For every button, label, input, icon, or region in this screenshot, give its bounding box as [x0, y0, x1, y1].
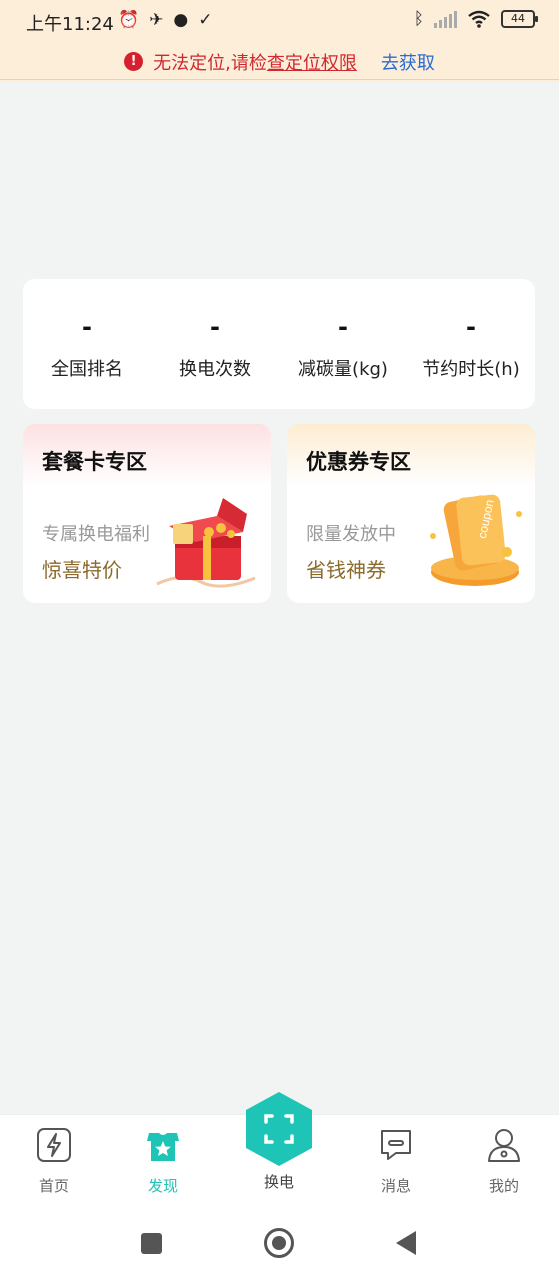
tab-label: 我的 [488, 1177, 519, 1195]
stat-time-saved: - 节约时长(h) [407, 279, 535, 409]
coupon-zone[interactable]: 优惠券专区 限量发放中 省钱神券 coupon [287, 424, 535, 603]
stat-national-rank: - 全国排名 [23, 279, 151, 409]
tab-mine[interactable]: 我的 [464, 1127, 544, 1196]
mute-alarm-icon: ⏰ [118, 10, 140, 30]
tab-label: 消息 [380, 1177, 411, 1195]
stat-label: 减碳量(kg) [298, 359, 388, 380]
stat-carbon-reduction: - 减碳量(kg) [279, 279, 407, 409]
stat-value: - [466, 313, 476, 341]
home-button[interactable] [264, 1228, 294, 1258]
tab-label: 发现 [147, 1177, 178, 1195]
promo-subtitle: 限量发放中 [306, 524, 396, 545]
telegram-icon: ✈ [149, 10, 164, 30]
stat-value: - [82, 313, 92, 341]
coupon-icon: coupon [430, 494, 522, 586]
tab-messages[interactable]: 消息 [356, 1127, 436, 1196]
promo-cta: 省钱神券 [306, 558, 386, 582]
stat-swap-count: - 换电次数 [151, 279, 279, 409]
warning-icon: ! [124, 52, 144, 71]
tab-home[interactable]: 首页 [14, 1127, 94, 1196]
gift-box-icon [156, 498, 256, 588]
swap-scan-button[interactable] [244, 1090, 314, 1168]
promo-title: 优惠券专区 [306, 450, 411, 474]
stats-card: - 全国排名 - 换电次数 - 减碳量(kg) - 节约时长(h) [23, 279, 535, 409]
download-done-icon: ✓ [198, 10, 213, 30]
top-area: 上午11:24 ⏰ ✈ ● ✓ ᛒ 44 ! 无法定位,请检查定位权限 去获取 [0, 0, 559, 82]
lightning-box-icon [37, 1128, 71, 1162]
tab-discover[interactable]: 发现 [123, 1127, 203, 1196]
promo-subtitle: 专属换电福利 [42, 524, 150, 545]
message-icon [381, 1130, 411, 1160]
stat-label: 全国排名 [51, 359, 123, 380]
promo-cta: 惊喜特价 [42, 558, 122, 582]
swap-label: 换电 [263, 1173, 294, 1191]
stat-label: 换电次数 [179, 359, 251, 380]
recent-apps-button[interactable] [141, 1233, 162, 1254]
status-system-icons: ᛒ 44 [413, 9, 538, 29]
battery-indicator: 44 [501, 10, 538, 28]
stat-label: 节约时长(h) [422, 359, 520, 380]
alert-message-prefix: 无法定位,请检 [153, 52, 267, 74]
discover-star-icon [147, 1133, 179, 1161]
get-permission-link[interactable]: 去获取 [381, 49, 435, 75]
alert-message: 无法定位,请检查定位权限 [153, 49, 357, 75]
back-button[interactable] [396, 1231, 416, 1255]
system-nav-bar [0, 1206, 559, 1280]
bluetooth-icon: ᛒ [413, 9, 424, 29]
status-bar: 上午11:24 ⏰ ✈ ● ✓ ᛒ 44 [0, 0, 559, 42]
tab-label: 首页 [38, 1177, 69, 1195]
package-card-zone[interactable]: 套餐卡专区 专属换电福利 惊喜特价 [23, 424, 271, 603]
user-icon [488, 1129, 520, 1162]
location-alert-bar: ! 无法定位,请检查定位权限 去获取 [0, 44, 559, 80]
stat-value: - [210, 313, 220, 341]
wifi-icon [468, 10, 490, 28]
alert-message-link[interactable]: 查定位权限 [267, 53, 357, 74]
status-notification-icons: ⏰ ✈ ● ✓ [118, 9, 213, 31]
stat-value: - [338, 313, 348, 341]
status-time: 上午11:24 [26, 14, 114, 35]
promo-title: 套餐卡专区 [42, 450, 147, 474]
signal-icon [434, 10, 457, 28]
chat-bubble-icon: ● [173, 10, 189, 30]
